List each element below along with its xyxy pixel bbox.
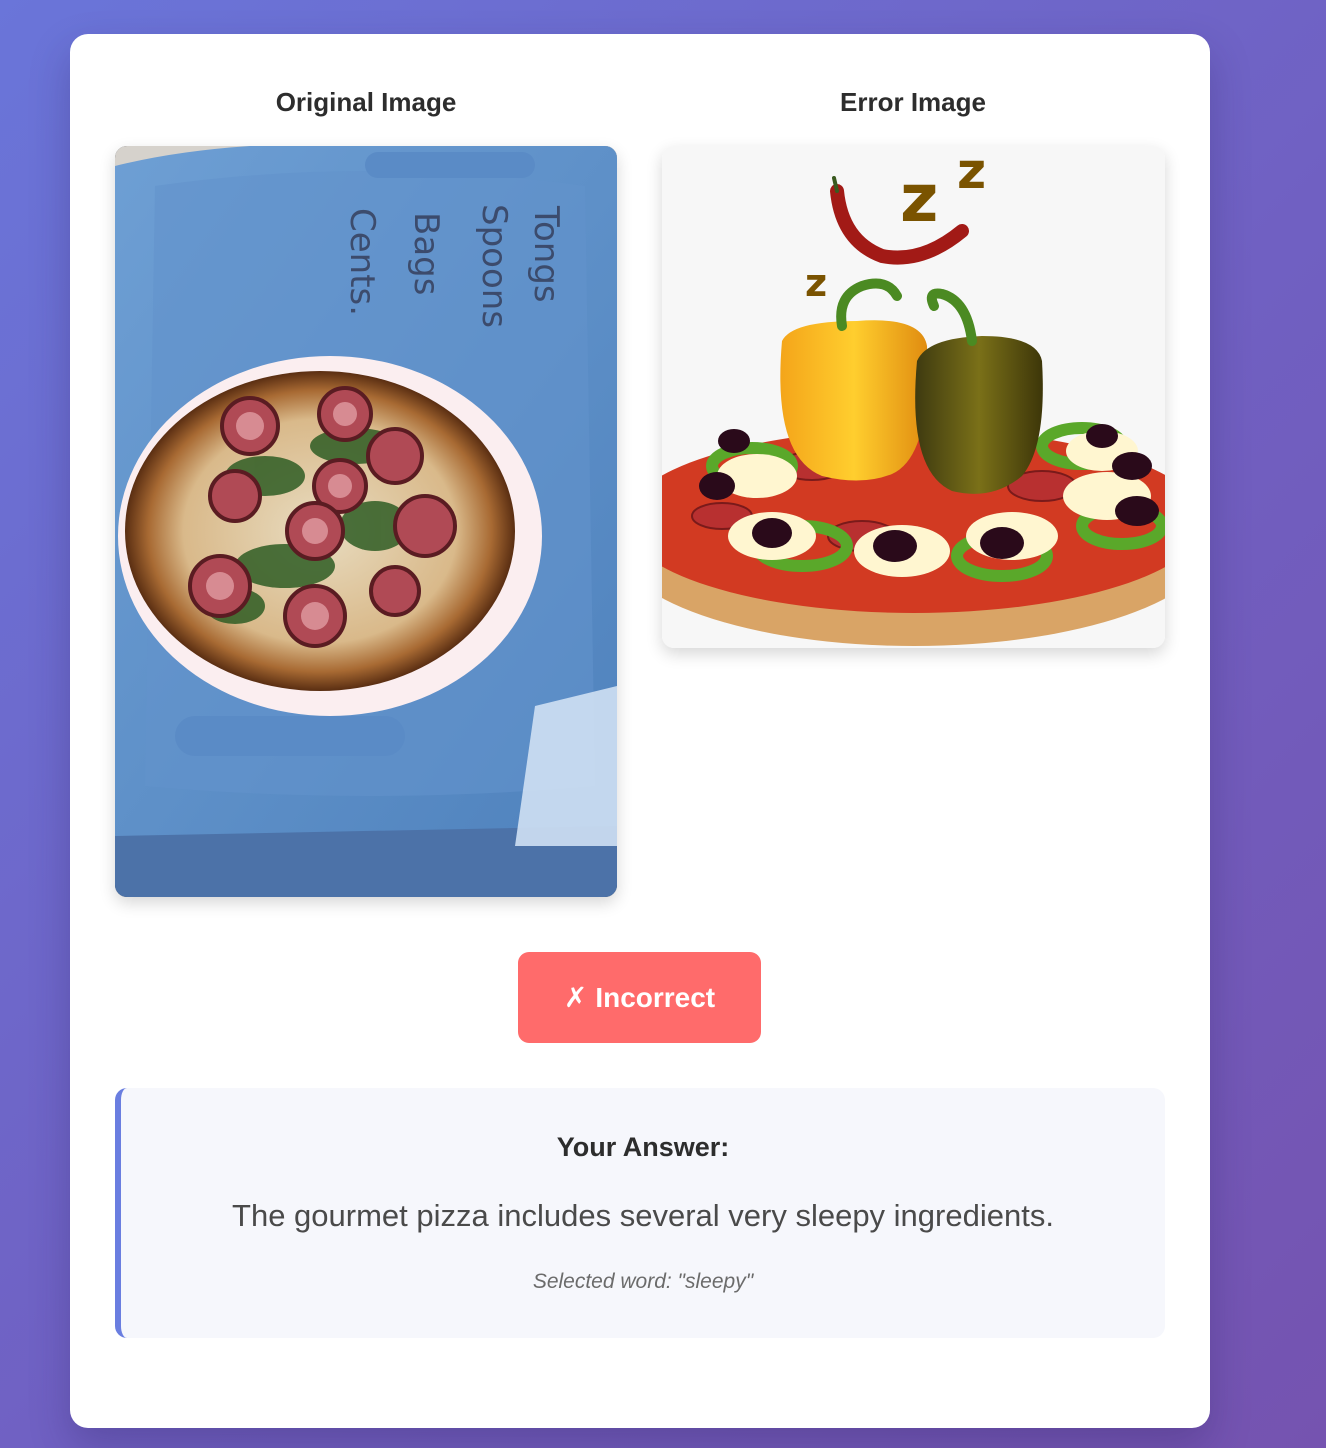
answer-panel: Your Answer: The gourmet pizza includes …	[115, 1088, 1165, 1338]
error-image-title: Error Image	[840, 87, 986, 117]
incorrect-result-button[interactable]: ✗ Incorrect	[518, 952, 761, 1043]
answer-text: The gourmet pizza includes several very …	[232, 1198, 1054, 1233]
error-image: z z z	[662, 146, 1165, 648]
result-card: Original Image Error Image Tongs Spoons …	[70, 34, 1210, 1428]
answer-heading: Your Answer:	[556, 1132, 730, 1162]
lid-writing-line-1: Tongs	[526, 205, 566, 303]
lid-writing-line-2: Spoons	[474, 204, 514, 328]
selected-word-note: Selected word: "sleepy"	[532, 1270, 754, 1293]
x-mark-icon: ✗	[563, 982, 588, 1013]
lid-writing-line-3: Bags	[406, 212, 446, 295]
sleep-letter-top: z	[957, 146, 986, 200]
sleep-letter-large: z	[900, 160, 938, 237]
original-image: Tongs Spoons Bags Cents.	[115, 146, 617, 897]
original-image-title: Original Image	[275, 87, 457, 117]
sleep-letter-small: z	[805, 261, 827, 305]
result-label: Incorrect	[595, 981, 716, 1013]
lid-writing-line-4: Cents.	[342, 208, 382, 316]
